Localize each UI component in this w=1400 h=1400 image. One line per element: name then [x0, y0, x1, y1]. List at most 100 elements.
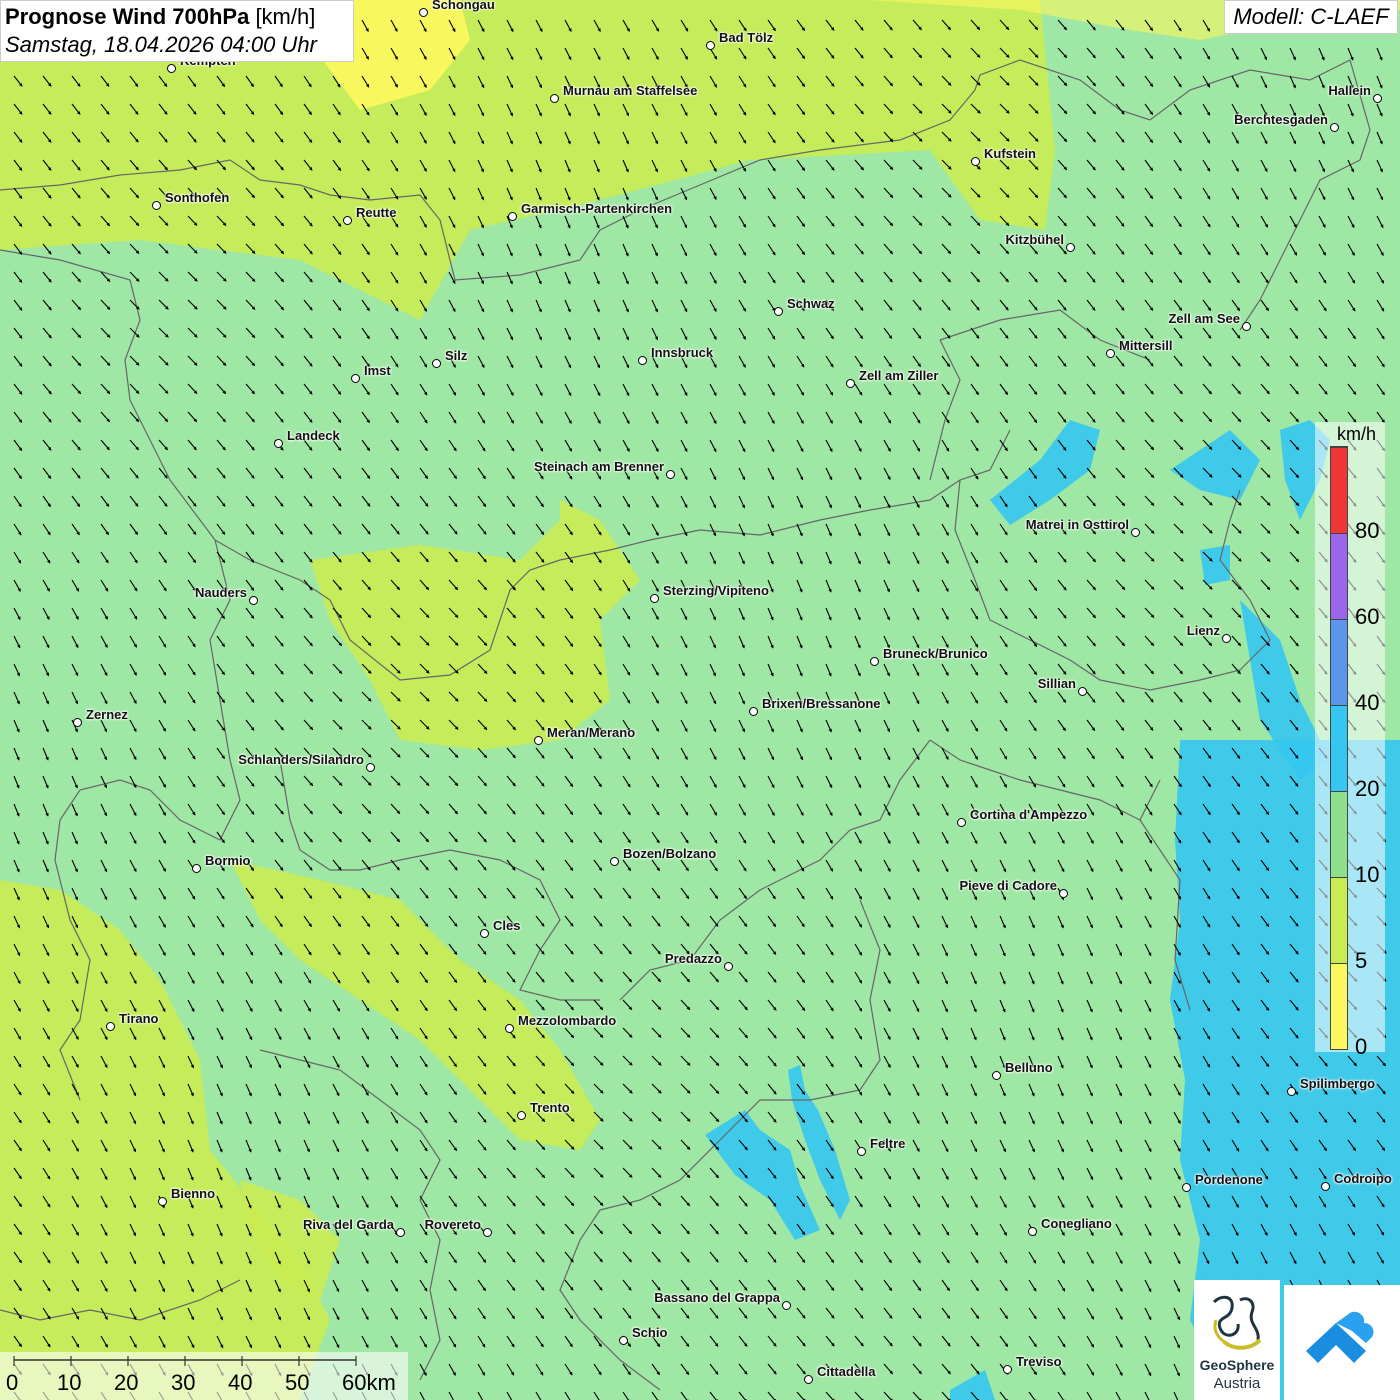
city-label: Lienz [1186, 623, 1220, 638]
city-label: Bormio [205, 853, 251, 868]
city-marker [804, 1375, 813, 1384]
city-marker [1287, 1087, 1296, 1096]
city-marker [638, 356, 647, 365]
city-marker [351, 374, 360, 383]
city-marker [1066, 243, 1075, 252]
scale-label: 10 [57, 1370, 82, 1395]
city-marker [343, 216, 352, 225]
city-marker [366, 763, 375, 772]
city-marker [724, 962, 733, 971]
model-label: Modell: C-LAEF [1224, 0, 1398, 34]
city-marker [1028, 1227, 1037, 1236]
city-label: Garmisch-Partenkirchen [521, 201, 673, 216]
city-marker [619, 1336, 628, 1345]
city-label: Meran/Merano [547, 725, 636, 740]
city-marker [517, 1111, 526, 1120]
city-label: Kitzbühel [1005, 232, 1065, 247]
city-label: Cittadella [817, 1364, 876, 1379]
city-marker [1182, 1183, 1191, 1192]
city-label: Trento [530, 1100, 570, 1115]
city-label: Brixen/Bressanone [762, 696, 881, 711]
city-marker [857, 1147, 866, 1156]
city-label: Pordenone [1195, 1172, 1263, 1187]
scale-bar: 0 10 20 30 40 50 60km [0, 1352, 408, 1400]
city-marker [706, 41, 715, 50]
city-marker [158, 1197, 167, 1206]
title-box: Prognose Wind 700hPa [km/h] Samstag, 18.… [0, 0, 354, 62]
legend-tick-label: 20 [1355, 776, 1380, 801]
city-marker [1106, 349, 1115, 358]
forecast-datetime: Samstag, 18.04.2026 04:00 Uhr [5, 32, 317, 57]
city-label: Pieve di Cadore [959, 878, 1057, 893]
geosphere-logo-line1: GeoSphere [1199, 1357, 1275, 1373]
city-label: Bozen/Bolzano [623, 846, 717, 861]
legend-segment [1331, 963, 1347, 1049]
city-marker [650, 594, 659, 603]
city-label: Belluno [1005, 1060, 1053, 1075]
city-marker [1078, 687, 1087, 696]
city-label: Schwaz [787, 296, 835, 311]
legend-segment [1331, 619, 1347, 705]
city-marker [846, 379, 855, 388]
city-label: Hallein [1328, 83, 1371, 98]
city-label: Feltre [870, 1136, 906, 1151]
city-label: Bienno [171, 1186, 216, 1201]
city-label: Imst [364, 363, 391, 378]
city-label: Spilimbergo [1300, 1076, 1376, 1091]
city-marker [1242, 322, 1251, 331]
wind-forecast-map[interactable]: SchongauBad TölzKemptenHalleinMurnau am … [0, 0, 1400, 1400]
color-legend: km/h 80 60 40 20 10 5 0 [1315, 422, 1385, 1059]
city-marker [992, 1071, 1001, 1080]
city-label: Sonthofen [165, 190, 230, 205]
legend-color-bar [1330, 446, 1348, 1050]
city-marker [396, 1228, 405, 1237]
city-marker [192, 864, 201, 873]
legend-tick-label: 80 [1355, 518, 1380, 543]
legend-tick-label: 40 [1355, 690, 1380, 715]
city-label: Codroipo [1334, 1171, 1392, 1186]
city-marker [971, 157, 980, 166]
scale-label: 60km [342, 1370, 396, 1395]
city-marker [749, 707, 758, 716]
city-marker [106, 1022, 115, 1031]
city-marker [432, 359, 441, 368]
geosphere-emblem-icon [1212, 1295, 1262, 1350]
city-marker [505, 1024, 514, 1033]
city-label: Schio [632, 1325, 668, 1340]
legend-tick-label: 60 [1355, 604, 1380, 629]
legend-segment [1331, 877, 1347, 963]
city-label: Sterzing/Vipiteno [663, 583, 769, 598]
city-label: Steinach am Brenner [533, 459, 664, 474]
city-marker [1059, 889, 1068, 898]
city-label: Reutte [356, 205, 397, 220]
weather-app-icon [1306, 1311, 1374, 1363]
city-label: Cortina d'Ampezzo [970, 807, 1088, 822]
city-marker [274, 439, 283, 448]
legend-segment [1331, 447, 1347, 533]
city-label: Zernez [86, 707, 128, 722]
geosphere-logo-line2: Austria [1213, 1375, 1261, 1392]
scale-label: 30 [171, 1370, 196, 1395]
city-marker [508, 212, 517, 221]
wind-zone-11 [1200, 545, 1230, 585]
weather-app-logo[interactable] [1284, 1285, 1400, 1400]
geosphere-logo[interactable]: GeoSphere Austria [1194, 1280, 1280, 1400]
title-text: Prognose Wind 700hPa [5, 4, 250, 29]
scale-label: 20 [114, 1370, 139, 1395]
title-unit: [km/h] [255, 4, 316, 29]
city-label: Matrei in Osttirol [1025, 517, 1129, 532]
city-marker [1321, 1182, 1330, 1191]
city-label: Bad Tölz [719, 30, 774, 45]
city-label: Predazzo [664, 951, 722, 966]
city-label: Riva del Garda [302, 1217, 394, 1232]
legend-unit: km/h [1337, 424, 1377, 444]
legend-tick-label: 0 [1355, 1034, 1368, 1059]
city-label: Mezzolombardo [518, 1013, 617, 1028]
legend-segment [1331, 791, 1347, 877]
city-label: Sillian [1037, 676, 1076, 691]
city-marker [1003, 1365, 1012, 1374]
scale-label: 40 [228, 1370, 253, 1395]
city-marker [419, 8, 428, 17]
city-marker [870, 657, 879, 666]
city-marker [957, 818, 966, 827]
